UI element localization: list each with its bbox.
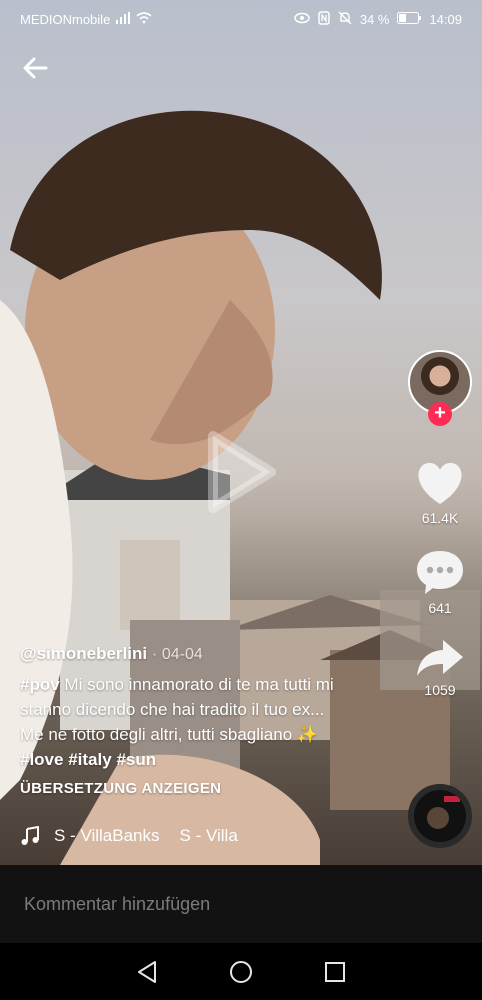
music-disc[interactable] — [408, 784, 472, 848]
music-title-repeat: S - Villa — [179, 826, 238, 845]
comment-input[interactable]: Kommentar hinzufügen — [0, 865, 482, 943]
plus-icon[interactable]: + — [428, 402, 452, 426]
hashtag-sun[interactable]: #sun — [116, 750, 156, 769]
post-caption: @simoneberlini · 04-04 #pov Mi sono inna… — [20, 644, 340, 797]
action-sidebar: + 61.4K 641 1059 — [408, 350, 472, 720]
status-bar: MEDIONmobile 34 % 14:09 — [0, 0, 482, 38]
triangle-back-icon — [138, 960, 156, 983]
comment-count: 641 — [428, 600, 452, 616]
hashtag-pov[interactable]: #pov — [20, 675, 60, 694]
share-icon — [417, 640, 463, 676]
creator-handle[interactable]: @simoneberlini — [20, 644, 147, 663]
heart-icon — [418, 462, 462, 504]
video-player[interactable]: MEDIONmobile 34 % 14:09 + 61.4K 641 1059… — [0, 0, 482, 865]
post-date: 04-04 — [161, 646, 203, 663]
share-button[interactable]: 1059 — [415, 638, 465, 698]
like-count: 61.4K — [421, 510, 459, 526]
mute-bell-icon — [338, 11, 352, 28]
translate-button[interactable]: ÜBERSETZUNG ANZEIGEN — [20, 780, 340, 797]
date-separator: · — [151, 646, 158, 663]
square-recents-icon — [325, 961, 345, 982]
wifi-icon — [136, 11, 152, 27]
music-ticker[interactable]: S - VillaBanks S - Villa — [20, 822, 265, 850]
battery-percent: 34 % — [359, 11, 390, 27]
nav-recents-button[interactable] — [315, 952, 355, 992]
eye-icon — [294, 12, 310, 27]
play-icon[interactable] — [205, 430, 277, 514]
circle-home-icon — [230, 960, 252, 983]
battery-icon — [397, 11, 422, 27]
comment-button[interactable]: 641 — [415, 548, 465, 616]
nav-home-button[interactable] — [221, 952, 261, 992]
music-title: S - VillaBanks — [54, 826, 160, 845]
like-button[interactable]: 61.4K — [415, 462, 465, 526]
post-description: #pov Mi sono innamorato di te ma tutti m… — [20, 672, 340, 772]
signal-icon — [116, 11, 131, 27]
nav-back-button[interactable] — [127, 952, 167, 992]
hashtag-love[interactable]: #love — [20, 750, 63, 769]
comment-placeholder: Kommentar hinzufügen — [24, 893, 211, 914]
nfc-icon — [318, 10, 330, 28]
music-note-icon — [21, 826, 39, 845]
creator-avatar-button[interactable]: + — [408, 350, 472, 426]
sparkle-emoji: ✨ — [296, 725, 319, 744]
hashtag-italy[interactable]: #italy — [68, 750, 111, 769]
back-button[interactable] — [18, 50, 54, 86]
carrier-label: MEDIONmobile — [20, 11, 111, 27]
clock: 14:09 — [429, 11, 462, 27]
description-text: Mi sono innamorato di te ma tutti mi sta… — [20, 675, 334, 744]
back-arrow-icon — [23, 57, 48, 79]
comment-icon — [417, 551, 463, 594]
share-count: 1059 — [424, 682, 456, 698]
android-nav-bar — [0, 943, 482, 1000]
album-art — [414, 790, 466, 842]
